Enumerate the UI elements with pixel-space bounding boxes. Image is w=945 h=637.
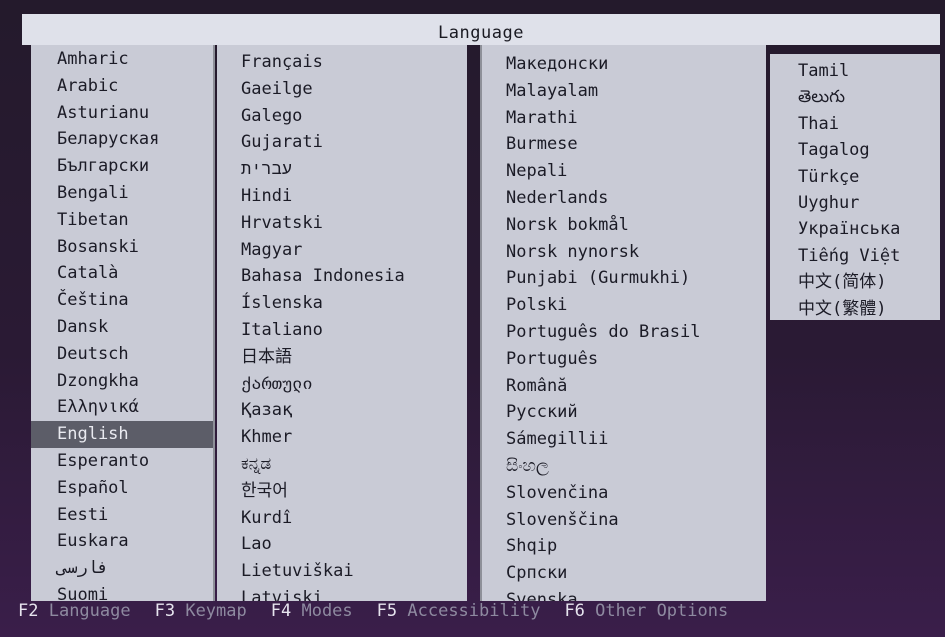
- fkey-key: F5: [376, 601, 398, 621]
- language-option[interactable]: Euskara: [31, 528, 213, 555]
- language-option[interactable]: Slovenščina: [482, 507, 766, 534]
- language-option[interactable]: Українська: [770, 216, 940, 242]
- language-option[interactable]: Қазақ: [217, 397, 467, 424]
- language-option[interactable]: Polski: [482, 292, 766, 319]
- language-option[interactable]: తెలుగు: [770, 84, 940, 110]
- language-option[interactable]: Slovenčina: [482, 480, 766, 507]
- language-option[interactable]: Català: [31, 260, 213, 287]
- language-option[interactable]: Italiano: [217, 317, 467, 344]
- language-column-3: Македонски Malayalam Marathi Burmese Nepali N…: [480, 45, 766, 601]
- language-option[interactable]: Tamil: [770, 58, 940, 84]
- language-option[interactable]: Norsk bokmål: [482, 212, 766, 239]
- language-option[interactable]: Čeština: [31, 287, 213, 314]
- language-option[interactable]: Български: [31, 153, 213, 180]
- language-option[interactable]: Burmese: [482, 131, 766, 158]
- language-option[interactable]: Македонски: [482, 51, 766, 78]
- language-option[interactable]: Asturianu: [31, 100, 213, 127]
- language-option[interactable]: Türkçe: [770, 164, 940, 190]
- fkey-key: F4: [270, 601, 292, 621]
- language-option[interactable]: Eesti: [31, 502, 213, 529]
- language-option[interactable]: Bosanski: [31, 234, 213, 261]
- language-option[interactable]: ಕನ್ನಡ: [217, 451, 467, 478]
- fkey-other-options[interactable]: F6 Other Options: [564, 601, 728, 625]
- language-option[interactable]: 中文(繁體): [770, 296, 940, 320]
- language-option[interactable]: Español: [31, 475, 213, 502]
- language-option[interactable]: Nepali: [482, 158, 766, 185]
- language-option[interactable]: ქართული: [217, 371, 467, 398]
- dialog-title-bar: Language: [22, 14, 940, 45]
- language-option[interactable]: Arabic: [31, 73, 213, 100]
- language-option[interactable]: Kurdî: [217, 505, 467, 532]
- language-option[interactable]: 日本語: [217, 344, 467, 371]
- language-option[interactable]: Português: [482, 346, 766, 373]
- language-option[interactable]: Galego: [217, 103, 467, 130]
- language-option[interactable]: 한국어: [217, 478, 467, 505]
- fkey-keymap[interactable]: F3 Keymap: [155, 601, 247, 625]
- function-key-bar: F2 Language F3 Keymap F4 Modes F5 Accessibi…: [18, 601, 752, 625]
- language-option[interactable]: Tibetan: [31, 207, 213, 234]
- language-column-1: Amharic Arabic Asturianu Беларуская Българск…: [31, 45, 215, 601]
- language-option[interactable]: English: [31, 421, 213, 448]
- language-option[interactable]: Hrvatski: [217, 210, 467, 237]
- language-option[interactable]: 中文(简体): [770, 269, 940, 295]
- language-option[interactable]: Shqip: [482, 533, 766, 560]
- language-option[interactable]: Dansk: [31, 314, 213, 341]
- fkey-label: Modes: [291, 601, 353, 621]
- language-option[interactable]: Nederlands: [482, 185, 766, 212]
- language-option[interactable]: සිංහල: [482, 453, 766, 480]
- dialog-title: Language: [438, 22, 524, 43]
- language-option[interactable]: Thai: [770, 111, 940, 137]
- fkey-language[interactable]: F2 Language: [18, 601, 131, 625]
- language-option[interactable]: Latviski: [217, 585, 467, 601]
- language-option[interactable]: Marathi: [482, 105, 766, 132]
- language-option[interactable]: Íslenska: [217, 290, 467, 317]
- language-option[interactable]: Română: [482, 373, 766, 400]
- language-option[interactable]: Gujarati: [217, 129, 467, 156]
- language-option[interactable]: Punjabi (Gurmukhi): [482, 265, 766, 292]
- language-option[interactable]: Français: [217, 49, 467, 76]
- fkey-key: F2: [18, 601, 39, 621]
- language-option[interactable]: Dzongkha: [31, 368, 213, 395]
- language-option[interactable]: Uyghur: [770, 190, 940, 216]
- language-option[interactable]: עברית: [217, 156, 467, 183]
- language-dialog: Language Amharic Arabic Asturianu Беларуска…: [22, 14, 940, 602]
- language-option[interactable]: Magyar: [217, 237, 467, 264]
- language-option[interactable]: Khmer: [217, 424, 467, 451]
- language-option[interactable]: Bahasa Indonesia: [217, 263, 467, 290]
- language-option[interactable]: Српски: [482, 560, 766, 587]
- fkey-accessibility[interactable]: F5 Accessibility: [377, 601, 541, 625]
- language-option[interactable]: Suomi: [31, 582, 213, 601]
- language-option[interactable]: Amharic: [31, 46, 213, 73]
- language-option[interactable]: Lietuviškai: [217, 558, 467, 585]
- language-option[interactable]: Deutsch: [31, 341, 213, 368]
- language-option[interactable]: Lao: [217, 531, 467, 558]
- fkey-label: Accessibility: [397, 601, 541, 621]
- fkey-label: Language: [38, 601, 131, 621]
- language-option[interactable]: Русский: [482, 399, 766, 426]
- language-column-2: Français Gaeilge Galego Gujarati עברית Hindi H…: [217, 45, 467, 601]
- fkey-label: Other Options: [584, 601, 729, 621]
- language-option[interactable]: Bengali: [31, 180, 213, 207]
- language-option[interactable]: Sámegillii: [482, 426, 766, 453]
- language-option[interactable]: Tiếng Việt: [770, 243, 940, 269]
- language-option[interactable]: Gaeilge: [217, 76, 467, 103]
- language-option[interactable]: Norsk nynorsk: [482, 239, 766, 266]
- language-option[interactable]: Malayalam: [482, 78, 766, 105]
- fkey-key: F6: [564, 601, 585, 621]
- fkey-modes[interactable]: F4 Modes: [271, 601, 353, 625]
- language-column-4: Tamil తెలుగు Thai Tagalog Türkçe Uyghur Україн…: [770, 54, 940, 320]
- language-option[interactable]: Svenska: [482, 587, 766, 601]
- fkey-key: F3: [154, 601, 176, 621]
- language-option[interactable]: Tagalog: [770, 137, 940, 163]
- language-option[interactable]: فارسی: [31, 555, 213, 582]
- fkey-label: Keymap: [175, 601, 247, 621]
- language-option[interactable]: Português do Brasil: [482, 319, 766, 346]
- language-option[interactable]: Esperanto: [31, 448, 213, 475]
- language-option[interactable]: Беларуская: [31, 126, 213, 153]
- language-option[interactable]: Hindi: [217, 183, 467, 210]
- language-option[interactable]: Ελληνικά: [31, 394, 213, 421]
